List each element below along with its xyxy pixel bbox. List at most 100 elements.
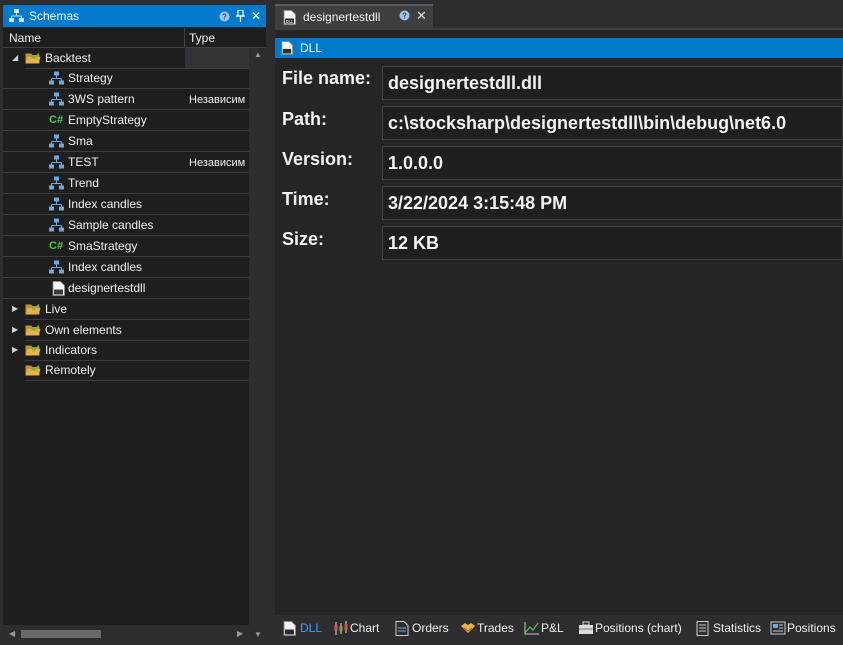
tree-item[interactable]: ▶ Own elements (3, 320, 249, 341)
pin-icon[interactable] (232, 7, 248, 25)
schemas-panel-title: Schemas (29, 9, 80, 23)
scroll-right-arrow-icon[interactable]: ▶ (237, 629, 243, 638)
tab-help-icon[interactable]: ? (399, 10, 410, 24)
tree-item-label: Indicators (45, 343, 98, 357)
tree-item-label: Sample candles (68, 218, 154, 232)
tree-item[interactable]: ▶ Live (3, 299, 249, 320)
help-icon[interactable]: ? (216, 7, 232, 25)
tab-close-icon[interactable]: ✕ (416, 8, 427, 24)
bottom-tab-label: Statistics (713, 621, 762, 635)
schema-diagram-icon (49, 176, 64, 190)
property-value-field[interactable]: 3/22/2024 3:15:48 PM (382, 186, 843, 220)
tree-item[interactable]: Trend (3, 173, 249, 194)
column-header-name[interactable]: Name (9, 31, 41, 45)
schema-diagram-icon (49, 71, 64, 85)
tree-item[interactable]: 3WS pattern Независим (3, 89, 249, 110)
column-header-type[interactable]: Type (189, 31, 215, 45)
dll-header-icon (281, 41, 293, 55)
statistics-icon (696, 621, 710, 636)
horizontal-scrollbar[interactable]: ◀ ▶ (3, 625, 249, 642)
bottom-tab-label: DLL (300, 621, 323, 635)
property-value-field[interactable]: c:\stocksharp\designertestdll\bin\debug\… (382, 106, 843, 140)
schema-tree-icon (9, 9, 24, 22)
tree-item[interactable]: designertestdll (3, 278, 249, 299)
property-label: Version: (282, 149, 354, 169)
tree-item-label: Remotely (45, 363, 96, 377)
tree-item[interactable]: Strategy (3, 68, 249, 89)
bottom-tab-p-l[interactable]: P&L (524, 618, 564, 638)
tree-item[interactable]: C# EmptyStrategy (3, 110, 249, 131)
tree-item[interactable]: Remotely (3, 360, 249, 381)
close-panel-icon[interactable]: ✕ (248, 7, 264, 25)
schemas-tree[interactable]: Name Type ◢ Backtest Strategy 3WS pattern Не… (3, 28, 266, 642)
column-separator[interactable] (184, 28, 185, 48)
scroll-down-arrow-icon[interactable]: ▼ (254, 630, 262, 639)
folder-icon (25, 304, 41, 315)
schemas-panel: Schemas ? ✕ Name Type ◢ Backtest Strategy 3… (0, 0, 268, 645)
tree-item-label: Strategy (68, 71, 113, 85)
tree-item-type: Независим (189, 157, 246, 169)
schema-diagram-icon (49, 134, 64, 148)
tree-item[interactable]: Sma (3, 131, 249, 152)
tree-item[interactable]: ◢ Backtest (3, 48, 249, 69)
bottom-tab-positions-chart[interactable]: Positions (chart) (578, 618, 682, 638)
tree-item-label: Backtest (45, 51, 92, 65)
scroll-left-arrow-icon[interactable]: ◀ (9, 629, 15, 638)
scroll-up-arrow-icon[interactable]: ▲ (254, 50, 262, 59)
expand-arrow-icon[interactable]: ▶ (12, 304, 18, 313)
bottom-tab-positions[interactable]: Positions (770, 618, 836, 638)
horizontal-scroll-thumb[interactable] (21, 630, 101, 638)
bottom-tab-label: Positions (787, 621, 836, 635)
schema-diagram-icon (49, 197, 64, 211)
tree-item[interactable]: Index candles (3, 257, 249, 278)
pnl-chart-icon (524, 621, 539, 635)
dll-header-title: DLL (300, 41, 323, 55)
schema-diagram-icon (49, 260, 64, 274)
svg-text:?: ? (222, 12, 227, 21)
tree-item-label: SmaStrategy (68, 239, 138, 253)
property-value-field[interactable]: 12 KB (382, 226, 843, 260)
bottom-tab-chart[interactable]: Chart (333, 618, 379, 638)
tree-item-label: Live (45, 302, 68, 316)
panel-splitter[interactable] (266, 0, 271, 645)
property-label: Path: (282, 109, 327, 129)
tree-column-header: Name Type (3, 28, 266, 48)
tree-item[interactable]: Index candles (3, 194, 249, 215)
tree-item-label: TEST (68, 155, 99, 169)
positions-icon (770, 621, 786, 635)
folder-open-icon (25, 53, 41, 64)
row-divider (25, 380, 249, 381)
tree-item[interactable]: C# SmaStrategy (3, 236, 249, 257)
orders-icon (395, 621, 409, 636)
bottom-tab-dll[interactable]: DLL (283, 618, 322, 638)
csharp-icon: C# (49, 114, 64, 126)
folder-icon (25, 365, 41, 376)
tree-item[interactable]: ▶ Indicators (3, 340, 249, 361)
schemas-panel-header: Schemas ? ✕ (3, 5, 266, 27)
svg-text:?: ? (402, 12, 407, 21)
expand-arrow-icon[interactable]: ▶ (12, 345, 18, 354)
tree-item-label: Index candles (68, 260, 143, 274)
tree-item-label: Own elements (45, 323, 122, 337)
collapse-arrow-icon[interactable]: ◢ (12, 53, 18, 62)
tree-item-label: Trend (68, 176, 99, 190)
tree-item-type: Независим (189, 94, 246, 106)
document-tab-designertestdll[interactable]: DLL designertestdll ? ✕ (275, 4, 433, 28)
tree-item[interactable]: TEST Независим (3, 152, 249, 173)
vertical-scrollbar[interactable]: ▲ ▼ (249, 48, 266, 642)
bottom-tab-label: Trades (477, 621, 514, 635)
dll-file-icon: DLL (283, 9, 296, 25)
tree-item[interactable]: Sample candles (3, 215, 249, 236)
folder-icon (25, 325, 41, 336)
folder-icon (25, 345, 41, 356)
dll-file-icon (52, 281, 65, 296)
property-value-field[interactable]: 1.0.0.0 (382, 146, 843, 180)
csharp-icon: C# (49, 240, 64, 252)
property-value-field[interactable]: designertestdll.dll (382, 66, 843, 100)
document-tab-title: designertestdll (303, 10, 381, 24)
bottom-tab-statistics[interactable]: Statistics (696, 618, 761, 638)
bottom-tab-trades[interactable]: Trades (460, 618, 514, 638)
expand-arrow-icon[interactable]: ▶ (12, 325, 18, 334)
property-label: Size: (282, 229, 325, 249)
bottom-tab-orders[interactable]: Orders (395, 618, 449, 638)
